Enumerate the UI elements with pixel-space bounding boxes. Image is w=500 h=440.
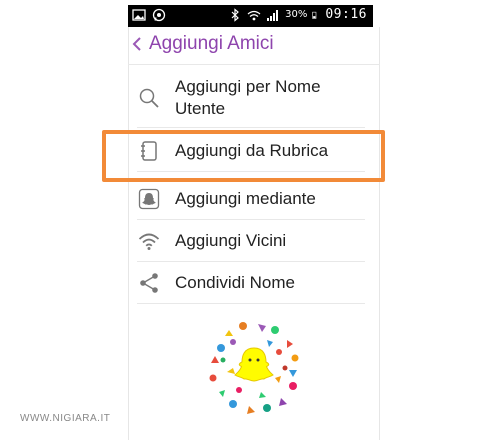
bluetooth-icon [231,7,240,22]
app-header: Aggiungi Amici [131,33,274,55]
header-divider [128,64,380,65]
ghost-icon [137,187,161,211]
wifi-icon [137,229,161,253]
stickers-illustration [208,322,300,414]
menu-item-add-nearby[interactable]: Aggiungi Vicini [137,220,365,262]
screen-edge-left [128,27,129,440]
battery-icon [312,11,317,19]
menu-item-label: Condividi Nome [175,273,295,292]
menu-item-add-via-snapcode[interactable]: Aggiungi mediante [137,178,365,220]
menu-item-add-by-username[interactable]: Aggiungi per Nome Utente [137,72,365,128]
chevron-left-icon[interactable] [131,35,143,53]
whatsapp-icon [152,8,166,22]
menu-item-label: Aggiungi per Nome Utente [175,77,321,118]
share-icon [137,271,161,295]
highlight-box [102,130,385,182]
status-bar: 30% 09:16 [128,5,373,27]
page-title: Aggiungi Amici [149,33,274,54]
clock: 09:16 [325,7,367,22]
divider [137,303,365,304]
menu-item-label: Aggiungi mediante [175,189,316,208]
screen-edge-right [379,27,380,440]
signal-icon [267,9,279,21]
menu-item-share-username[interactable]: Condividi Nome [137,262,365,304]
add-friends-menu: Aggiungi per Nome Utente Aggiungi da Rub… [137,72,365,304]
wifi-status-icon [247,10,261,20]
menu-item-label: Aggiungi Vicini [175,231,287,250]
gallery-icon [132,9,146,21]
battery-percent: 30% [285,9,308,20]
watermark: WWW.NIGIARA.IT [20,413,111,424]
search-icon [137,86,161,110]
